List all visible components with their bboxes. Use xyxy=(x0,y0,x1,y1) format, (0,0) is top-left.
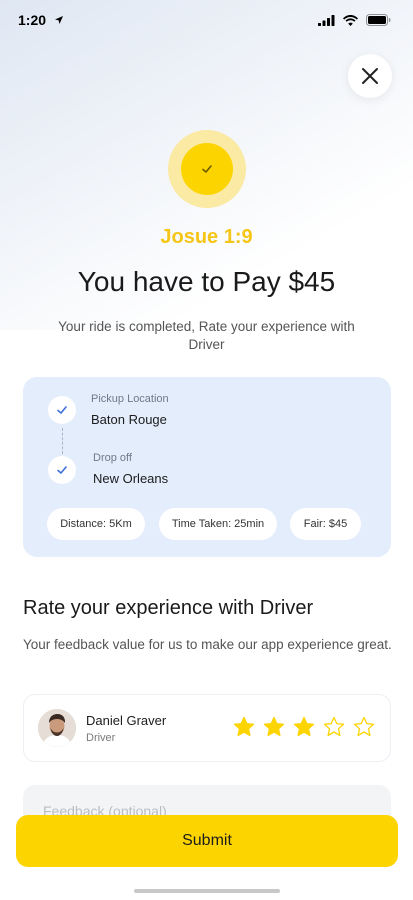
page-title: You have to Pay $45 xyxy=(77,266,336,297)
check-icon xyxy=(57,466,67,474)
star-icon[interactable] xyxy=(322,715,346,739)
pickup-label: Pickup Location xyxy=(91,393,169,405)
fare-chip: Fair: $45 xyxy=(290,508,361,540)
rating-title: Rate your experience with Driver xyxy=(23,597,314,619)
avatar xyxy=(38,709,76,747)
pickup-value: Baton Rouge xyxy=(91,412,167,427)
close-icon xyxy=(362,68,378,84)
trip-code: Josue 1:9 xyxy=(160,226,253,248)
star-icon[interactable] xyxy=(232,715,256,739)
star-icon[interactable] xyxy=(262,715,286,739)
status-time: 1:20 xyxy=(18,12,47,28)
status-bar: 1:20 xyxy=(0,0,413,40)
distance-chip: Distance: 5Km xyxy=(47,508,145,540)
driver-card: Daniel Graver Driver xyxy=(23,694,391,762)
dropoff-value: New Orleans xyxy=(93,471,169,486)
check-icon xyxy=(57,406,67,414)
submit-button[interactable]: Submit xyxy=(16,815,398,867)
star-icon[interactable] xyxy=(352,715,376,739)
wifi-icon xyxy=(343,14,358,26)
success-badge xyxy=(168,130,246,208)
star-rating[interactable] xyxy=(232,715,376,739)
check-icon xyxy=(202,165,212,173)
pickup-check xyxy=(48,396,76,424)
close-button[interactable] xyxy=(348,54,392,98)
signal-icon xyxy=(318,14,335,26)
driver-role: Driver xyxy=(86,732,116,744)
dropoff-label: Drop off xyxy=(93,452,132,464)
location-arrow-icon xyxy=(55,16,64,24)
home-indicator xyxy=(134,889,280,893)
time-chip: Time Taken: 25min xyxy=(159,508,277,540)
battery-icon xyxy=(366,14,391,26)
driver-name: Daniel Graver xyxy=(86,713,167,728)
star-icon[interactable] xyxy=(292,715,316,739)
dropoff-check xyxy=(48,456,76,484)
completion-message: Your ride is completed, Rate your experi… xyxy=(58,319,355,352)
route-connector xyxy=(62,428,63,454)
rating-subtitle: Your feedback value for us to make our a… xyxy=(23,637,392,652)
